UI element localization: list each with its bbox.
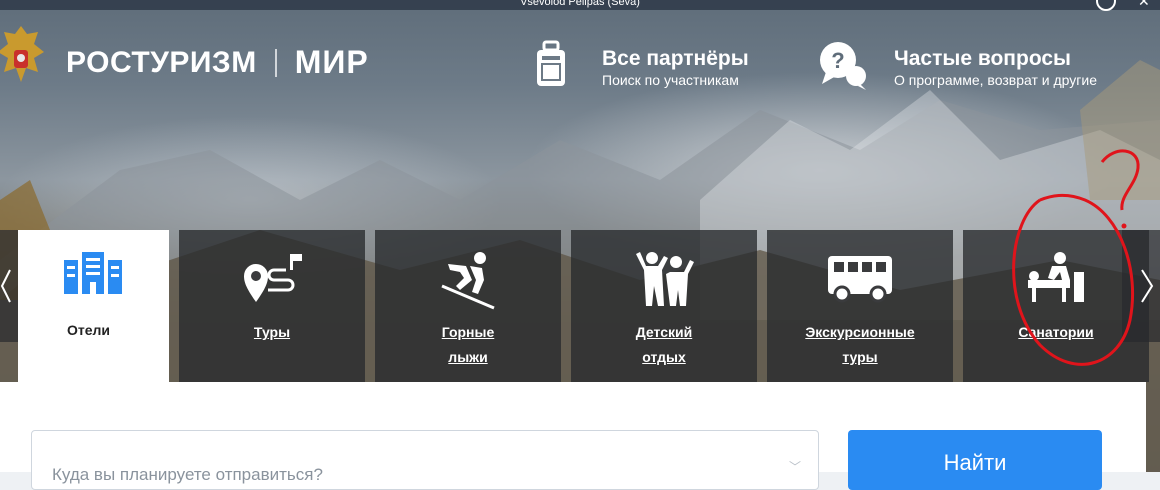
tab-kids-label: Детский отдых [571, 320, 757, 370]
tab-excursions[interactable]: Экскурсионные туры [767, 230, 953, 382]
brand-logo[interactable]: РОСТУРИЗМ МИР [66, 44, 369, 81]
tab-kids[interactable]: Детский отдых [571, 230, 757, 382]
children-icon [636, 252, 694, 306]
tab-ski[interactable]: Горные лыжи [375, 230, 561, 382]
faq-subtitle: О программе, возврат и другие [894, 72, 1097, 88]
massage-icon [1028, 252, 1084, 302]
brand-name: РОСТУРИЗМ [66, 45, 257, 79]
chevron-right-icon [1141, 269, 1154, 303]
tab-excursions-line1: Экскурсионные [805, 324, 915, 340]
partners-title: Все партнёры [602, 47, 749, 70]
bus-icon [828, 256, 892, 303]
tab-excursions-label: Экскурсионные туры [767, 320, 953, 370]
window-title: Vsevolod Pelipas (Seva) [520, 0, 640, 8]
tab-excursions-line2: туры [842, 349, 878, 365]
destination-search-input[interactable] [31, 430, 819, 490]
close-icon[interactable]: ✕ [1138, 0, 1150, 10]
all-partners-link[interactable]: Все партнёры Поиск по участникам [602, 47, 749, 89]
skier-icon [441, 252, 495, 310]
find-button[interactable]: Найти [848, 430, 1102, 490]
mir-logo: МИР [294, 44, 369, 80]
tabs-next-arrow[interactable] [1122, 230, 1160, 342]
faq-bubble-icon[interactable]: ? [818, 40, 868, 92]
tab-hotels-label: Отели [67, 322, 111, 338]
chevron-down-icon[interactable]: ﹀ [789, 458, 801, 475]
hotel-building-icon [63, 252, 122, 294]
tab-kids-line1: Детский [635, 324, 693, 340]
svg-text:?: ? [831, 48, 844, 73]
tab-ski-label: Горные лыжи [375, 320, 561, 370]
tab-tours[interactable]: Туры [179, 230, 365, 382]
brand-divider [274, 48, 277, 77]
tabs-prev-arrow[interactable] [0, 230, 18, 342]
faq-link[interactable]: Частые вопросы О программе, возврат и др… [894, 47, 1097, 89]
tab-hotels[interactable]: Отели [18, 230, 169, 382]
suitcase-icon[interactable] [534, 40, 568, 90]
tab-kids-line2: отдых [642, 349, 686, 365]
tab-ski-line1: Горные [441, 324, 495, 340]
route-pin-icon [244, 254, 302, 302]
coat-of-arms-logo[interactable] [0, 22, 48, 96]
tab-ski-line2: лыжи [448, 349, 488, 365]
chevron-left-icon [0, 269, 11, 303]
partners-subtitle: Поиск по участникам [602, 72, 739, 88]
tab-tours-label: Туры [253, 324, 291, 340]
faq-title: Частые вопросы [894, 47, 1071, 70]
